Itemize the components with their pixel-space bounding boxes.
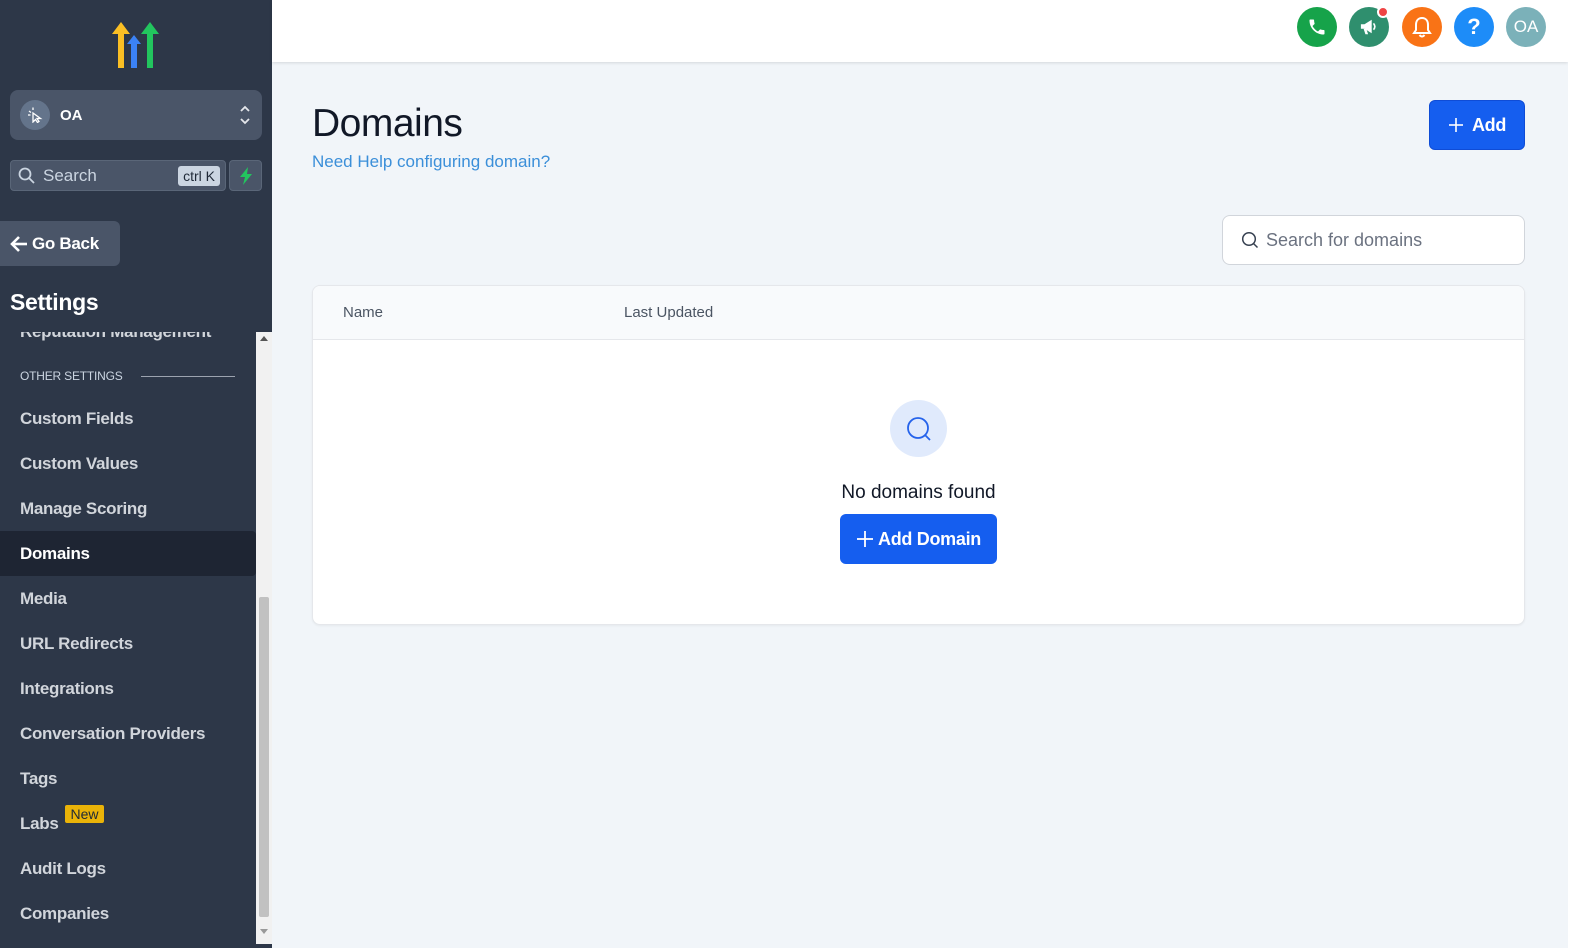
plus-icon [857,531,873,547]
domains-table: Name Last Updated No domains found Add D… [312,285,1525,625]
table-header: Name Last Updated [313,286,1524,340]
sidebar-item-integrations[interactable]: Integrations [0,666,256,711]
add-button-label: Add [1471,114,1507,135]
phone-button[interactable] [1297,7,1337,47]
sidebar-item-custom-values[interactable]: Custom Values [0,441,256,486]
pointer-icon [28,107,43,123]
search-icon [18,167,35,184]
settings-title: Settings [10,289,99,315]
sidebar-item-tags[interactable]: Tags [0,756,256,801]
help-button[interactable]: ? [1454,7,1494,47]
sidebar: OA Search ctrl K Go Back Settings Reputa… [0,0,272,948]
help-configuring-domain-link[interactable]: Need Help configuring domain? [312,152,550,172]
sidebar-scrollbar[interactable] [256,332,272,944]
column-header-name[interactable]: Name [343,304,383,321]
add-button[interactable]: Add [1429,100,1525,150]
sidebar-item-reputation-management[interactable]: Reputation Management [20,332,211,342]
lightning-icon [239,166,252,185]
add-domain-label: Add Domain [878,528,981,549]
account-switcher[interactable]: OA [10,90,262,140]
announcements-button[interactable] [1349,6,1389,47]
sidebar-search[interactable]: Search ctrl K [10,160,226,191]
section-divider [141,376,235,377]
user-avatar[interactable]: OA [1506,7,1546,47]
section-header-other-settings: OTHER SETTINGS [20,369,123,383]
megaphone-icon [1360,19,1376,35]
scroll-down-arrow-icon[interactable] [260,929,268,934]
sidebar-item-manage-scoring[interactable]: Manage Scoring [0,486,256,531]
sidebar-item-url-redirects[interactable]: URL Redirects [0,621,256,666]
sidebar-item-audit-logs[interactable]: Audit Logs [0,846,256,891]
brand-logo[interactable] [112,22,162,68]
sidebar-item-labs[interactable]: Labs New [0,801,256,846]
sidebar-item-domains[interactable]: Domains [0,531,256,576]
search-label: Search [43,165,97,185]
search-icon [1241,231,1259,249]
user-initials: OA [1513,17,1539,36]
domain-search-input[interactable] [1266,229,1516,251]
arrow-left-icon [10,235,27,252]
top-bar: ? OA [272,0,1568,62]
help-icon: ? [1467,14,1481,39]
search-shortcut: ctrl K [178,166,220,186]
go-back-label: Go Back [32,233,99,253]
sidebar-item-conversation-providers[interactable]: Conversation Providers [0,711,256,756]
page-title: Domains [312,102,463,145]
column-header-last-updated[interactable]: Last Updated [624,304,713,321]
chevron-updown-icon [240,105,250,125]
domain-search-field[interactable] [1222,215,1525,265]
empty-state-text: No domains found [841,482,996,503]
sidebar-item-companies[interactable]: Companies [0,891,256,936]
scroll-up-arrow-icon[interactable] [260,336,268,341]
scrollbar-thumb[interactable] [259,597,269,917]
empty-state-icon [890,400,947,457]
phone-icon [1309,19,1325,35]
account-avatar [20,100,50,130]
page-edge [1568,0,1573,948]
settings-menu: Reputation Management OTHER SETTINGS Cus… [0,332,256,944]
add-domain-button[interactable]: Add Domain [840,514,997,564]
sidebar-item-media[interactable]: Media [0,576,256,621]
notifications-button[interactable] [1402,7,1442,47]
bell-icon [1412,16,1432,38]
account-name: OA [60,106,83,124]
go-back-button[interactable]: Go Back [0,221,120,266]
new-badge: New [65,804,104,823]
sidebar-item-custom-fields[interactable]: Custom Fields [0,396,256,441]
search-icon [906,416,931,441]
plus-icon [1448,118,1463,132]
quick-action-button[interactable] [229,160,262,191]
notification-dot [1377,6,1389,18]
